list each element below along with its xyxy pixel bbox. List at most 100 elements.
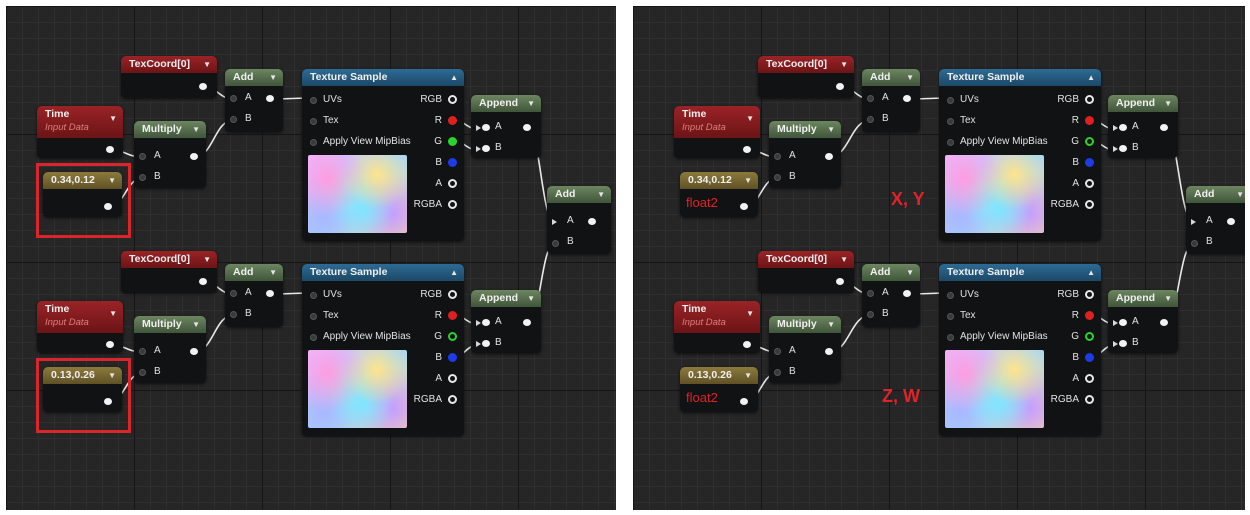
texture-sample-node[interactable]: Texture Sample ▲ UVs Tex Apply View MipBias R…	[939, 264, 1101, 436]
chevron-down-icon[interactable]: ▼	[203, 251, 211, 268]
chevron-down-icon[interactable]: ▼	[744, 172, 752, 189]
output-pin-b[interactable]	[1085, 158, 1094, 167]
texcoord-node[interactable]: TexCoord[0] ▼	[758, 251, 854, 293]
output-pin[interactable]	[106, 341, 114, 348]
chevron-down-icon[interactable]: ▼	[840, 56, 848, 73]
output-pin-b[interactable]	[448, 158, 457, 167]
texture-sample-node[interactable]: Texture Sample ▲ UVs Tex Apply View MipBias R…	[939, 69, 1101, 241]
output-pin[interactable]	[836, 278, 844, 285]
input-pin-a[interactable]	[139, 348, 146, 355]
input-pin-b[interactable]	[230, 116, 237, 123]
chevron-down-icon[interactable]: ▼	[1164, 290, 1172, 307]
multiply-node[interactable]: Multiply ▼ A B	[134, 121, 206, 188]
output-pin[interactable]	[523, 124, 531, 131]
collapse-arrow-icon[interactable]: ▲	[1087, 69, 1095, 86]
time-node[interactable]: Time Input Data ▼	[37, 106, 123, 158]
chevron-down-icon[interactable]: ▼	[109, 112, 117, 125]
chevron-down-icon[interactable]: ▼	[827, 316, 835, 333]
texcoord-node[interactable]: TexCoord[0] ▼	[758, 56, 854, 98]
texcoord-node[interactable]: TexCoord[0] ▼	[121, 56, 217, 98]
input-pin-b[interactable]	[867, 311, 874, 318]
input-pin-a[interactable]	[139, 153, 146, 160]
output-pin-r[interactable]	[1085, 311, 1094, 320]
chevron-down-icon[interactable]: ▼	[827, 121, 835, 138]
output-pin-rgb[interactable]	[1085, 95, 1094, 104]
chevron-down-icon[interactable]: ▼	[527, 290, 535, 307]
input-pin-uvs[interactable]	[310, 97, 317, 104]
constant2-node[interactable]: 0.34,0.12 ▼ float2	[680, 172, 758, 217]
output-pin[interactable]	[825, 153, 833, 160]
input-pin-a[interactable]	[1113, 320, 1118, 326]
output-pin[interactable]	[266, 95, 274, 102]
output-pin[interactable]	[1160, 124, 1168, 131]
input-pin-b[interactable]	[774, 174, 781, 181]
time-node[interactable]: Time Input Data ▼	[37, 301, 123, 353]
append-node[interactable]: Append ▼ A B	[1108, 290, 1178, 353]
output-pin[interactable]	[199, 83, 207, 90]
input-pin-b[interactable]	[552, 240, 559, 247]
input-pin-tex[interactable]	[947, 118, 954, 125]
input-pin-tex[interactable]	[310, 313, 317, 320]
chevron-down-icon[interactable]: ▼	[906, 69, 914, 86]
input-pin-a-dot[interactable]	[482, 319, 490, 326]
chevron-down-icon[interactable]: ▼	[746, 307, 754, 320]
output-pin[interactable]	[190, 153, 198, 160]
output-pin-r[interactable]	[448, 311, 457, 320]
chevron-down-icon[interactable]: ▼	[744, 367, 752, 384]
final-add-node[interactable]: Add ▼ A B	[1186, 186, 1245, 254]
input-pin-b[interactable]	[1113, 341, 1118, 347]
append-node[interactable]: Append ▼ A B	[471, 290, 541, 353]
output-pin-a[interactable]	[448, 179, 457, 188]
chevron-down-icon[interactable]: ▼	[746, 112, 754, 125]
output-pin-r[interactable]	[1085, 116, 1094, 125]
chevron-down-icon[interactable]: ▼	[527, 95, 535, 112]
output-pin-rgba[interactable]	[1085, 200, 1094, 209]
output-pin-rgb[interactable]	[1085, 290, 1094, 299]
input-pin-b[interactable]	[867, 116, 874, 123]
output-pin[interactable]	[266, 290, 274, 297]
output-pin-g[interactable]	[448, 137, 457, 146]
output-pin-rgb[interactable]	[448, 290, 457, 299]
input-pin-a[interactable]	[774, 348, 781, 355]
chevron-down-icon[interactable]: ▼	[840, 251, 848, 268]
input-pin-b[interactable]	[774, 369, 781, 376]
input-pin-uvs[interactable]	[947, 292, 954, 299]
chevron-down-icon[interactable]: ▼	[269, 69, 277, 86]
output-pin[interactable]	[106, 146, 114, 153]
output-pin[interactable]	[1160, 319, 1168, 326]
chevron-down-icon[interactable]: ▼	[203, 56, 211, 73]
material-graph-panel-right[interactable]: TexCoord[0] ▼ Add ▼ A B Time Input Data ▼ Multipl…	[633, 6, 1245, 510]
chevron-down-icon[interactable]: ▼	[906, 264, 914, 281]
input-pin-a[interactable]	[552, 219, 557, 225]
constant2-node[interactable]: 0.13,0.26 ▼ float2	[680, 367, 758, 412]
input-pin-b[interactable]	[230, 311, 237, 318]
output-pin[interactable]	[903, 95, 911, 102]
input-pin-a[interactable]	[867, 290, 874, 297]
multiply-node[interactable]: Multiply ▼ A B	[134, 316, 206, 383]
final-add-node[interactable]: Add ▼ A B	[547, 186, 611, 254]
input-pin-b[interactable]	[476, 146, 481, 152]
output-pin-g[interactable]	[448, 332, 457, 341]
input-pin-uvs[interactable]	[947, 97, 954, 104]
output-pin[interactable]	[825, 348, 833, 355]
add-node[interactable]: Add ▼ A B	[225, 69, 283, 132]
output-pin-b[interactable]	[448, 353, 457, 362]
input-pin-a-dot[interactable]	[1119, 124, 1127, 131]
add-node[interactable]: Add ▼ A B	[225, 264, 283, 327]
input-pin-a[interactable]	[867, 95, 874, 102]
input-pin-b-dot[interactable]	[482, 340, 490, 347]
append-node[interactable]: Append ▼ A B	[1108, 95, 1178, 158]
input-pin-a[interactable]	[476, 320, 481, 326]
output-pin[interactable]	[1227, 218, 1235, 225]
texture-sample-node[interactable]: Texture Sample ▲ UVs Tex Apply View MipBias R…	[302, 264, 464, 436]
output-pin[interactable]	[743, 146, 751, 153]
time-node[interactable]: Time Input Data ▼	[674, 301, 760, 353]
output-pin[interactable]	[903, 290, 911, 297]
input-pin-a-dot[interactable]	[1119, 319, 1127, 326]
chevron-down-icon[interactable]: ▼	[597, 186, 605, 203]
output-pin[interactable]	[740, 203, 748, 210]
input-pin-mip[interactable]	[947, 334, 954, 341]
input-pin-a[interactable]	[230, 290, 237, 297]
output-pin[interactable]	[523, 319, 531, 326]
multiply-node[interactable]: Multiply ▼ A B	[769, 121, 841, 188]
